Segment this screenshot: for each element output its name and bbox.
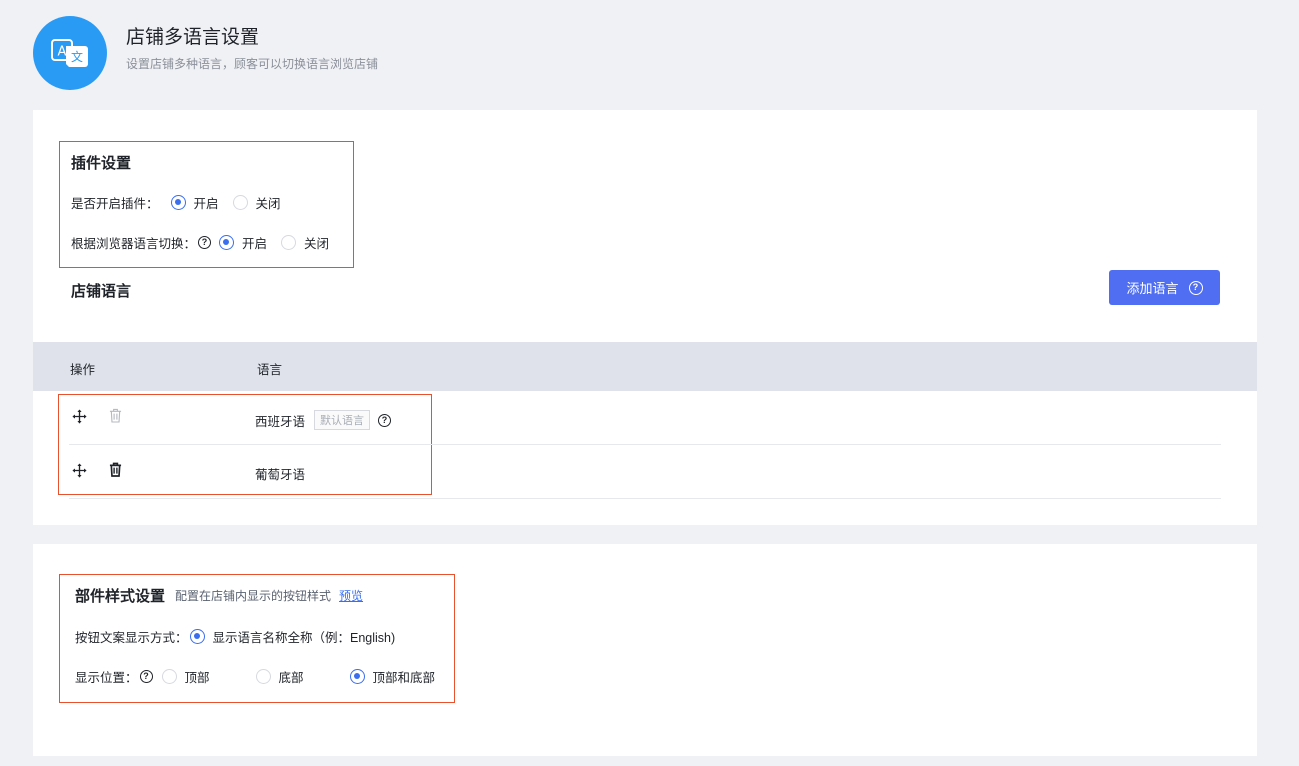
svg-text:文: 文 xyxy=(71,49,83,64)
add-language-button[interactable]: 添加语言 ? xyxy=(1109,270,1220,305)
help-icon[interactable]: ? xyxy=(1188,280,1203,295)
svg-text:A: A xyxy=(58,45,67,60)
enable-plugin-on-radio[interactable]: 开启 xyxy=(170,193,219,212)
radio-unchecked[interactable] xyxy=(161,668,177,684)
enable-plugin-off-radio[interactable]: 关闭 xyxy=(232,193,281,212)
widget-style-header: 部件样式设置 配置在店铺内显示的按钮样式 预览 xyxy=(75,584,363,606)
store-language-title: 店铺语言 xyxy=(71,283,132,300)
button-text-mode-label: 按钮文案显示方式： xyxy=(75,630,188,645)
delete-icon-disabled xyxy=(109,408,122,423)
preview-link[interactable]: 预览 xyxy=(339,587,363,604)
translate-icon: A 文 xyxy=(33,16,107,90)
enable-plugin-row: 是否开启插件： 开启 关闭 xyxy=(71,192,281,212)
radio-checked[interactable] xyxy=(219,234,235,250)
page-subtitle: 设置店铺多种语言，顾客可以切换语言浏览店铺 xyxy=(126,57,379,71)
radio-checked[interactable] xyxy=(349,668,365,684)
help-icon[interactable]: ? xyxy=(378,413,392,427)
position-bottom-radio[interactable]: 底部 xyxy=(255,667,304,686)
position-label: 显示位置： xyxy=(75,670,138,685)
button-text-mode-row: 按钮文案显示方式： 显示语言名称全称（例：English) xyxy=(75,626,395,646)
help-icon[interactable]: ? xyxy=(139,669,153,683)
language-table-header: 操作 语言 xyxy=(33,342,1257,391)
browser-switch-on-radio[interactable]: 开启 xyxy=(219,233,267,252)
default-language-badge: 默认语言 xyxy=(314,410,371,430)
position-both-radio[interactable]: 顶部和底部 xyxy=(349,667,435,686)
page-header: A 文 店铺多语言设置 设置店铺多种语言，顾客可以切换语言浏览店铺 xyxy=(33,16,378,92)
browser-switch-row: 根据浏览器语言切换： ? 开启 关闭 xyxy=(71,232,329,252)
widget-style-description: 配置在店铺内显示的按钮样式 xyxy=(175,588,332,603)
full-name-radio[interactable]: 显示语言名称全称（例：English) xyxy=(189,627,395,646)
plugin-settings-title: 插件设置 xyxy=(71,155,132,172)
radio-checked[interactable] xyxy=(189,628,205,644)
table-row: 葡萄牙语 xyxy=(69,445,1221,499)
radio-unchecked[interactable] xyxy=(255,668,271,684)
radio-unchecked[interactable] xyxy=(281,234,297,250)
delete-icon[interactable] xyxy=(109,462,122,477)
language-name: 西班牙语 xyxy=(255,414,306,429)
language-name: 葡萄牙语 xyxy=(255,468,306,482)
position-row: 显示位置： ? 顶部 底部 顶部和底部 xyxy=(75,666,435,686)
drag-handle-icon[interactable] xyxy=(72,409,87,424)
position-top-radio[interactable]: 顶部 xyxy=(161,667,210,686)
column-header-actions: 操作 xyxy=(70,363,96,377)
page-title: 店铺多语言设置 xyxy=(126,27,260,48)
widget-style-title: 部件样式设置 xyxy=(75,587,166,605)
help-icon[interactable]: ? xyxy=(198,235,212,249)
enable-plugin-label: 是否开启插件： xyxy=(71,196,159,211)
plugin-and-language-card: 插件设置 是否开启插件： 开启 关闭 根据浏览器语言切换： ? 开启 关闭 店铺… xyxy=(33,110,1257,525)
column-header-language: 语言 xyxy=(257,363,283,377)
browser-switch-label: 根据浏览器语言切换： xyxy=(71,236,197,251)
drag-handle-icon[interactable] xyxy=(72,463,87,478)
browser-switch-off-radio[interactable]: 关闭 xyxy=(281,233,329,252)
widget-style-card: 部件样式设置 配置在店铺内显示的按钮样式 预览 按钮文案显示方式： 显示语言名称… xyxy=(33,544,1257,756)
table-row: 西班牙语 默认语言 ? xyxy=(69,391,1221,445)
radio-checked[interactable] xyxy=(170,194,186,210)
radio-unchecked[interactable] xyxy=(232,194,248,210)
